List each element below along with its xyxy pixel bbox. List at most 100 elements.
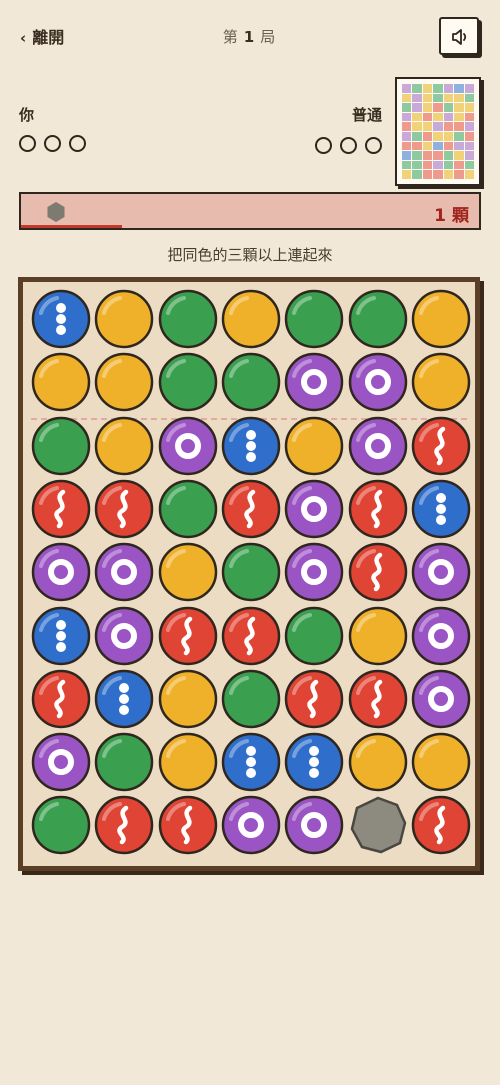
minimap-cell: [422, 103, 433, 112]
red-wave-gem[interactable]: [158, 606, 218, 666]
green-moon-gem[interactable]: [31, 795, 91, 855]
green-moon-gem[interactable]: [221, 352, 281, 412]
round-suffix: 局: [260, 28, 278, 46]
minimap-cell: [464, 112, 474, 122]
minimap-cell: [454, 84, 464, 93]
game-board: [18, 277, 480, 871]
minimap-cell: [454, 93, 464, 103]
purple-ring-gem[interactable]: [31, 732, 91, 792]
blue-dots-gem[interactable]: [31, 606, 91, 666]
green-moon-gem[interactable]: [158, 289, 218, 349]
blue-dots-gem[interactable]: [284, 732, 344, 792]
purple-ring-gem[interactable]: [284, 795, 344, 855]
red-wave-gem[interactable]: [348, 669, 408, 729]
red-wave-gem[interactable]: [94, 795, 154, 855]
minimap-cell: [464, 131, 474, 141]
yellow-crescent-gem[interactable]: [221, 289, 281, 349]
top-bar: ‹ 離開 第1局: [0, 0, 500, 70]
green-moon-gem[interactable]: [221, 669, 281, 729]
green-moon-gem[interactable]: [94, 732, 154, 792]
red-wave-gem[interactable]: [94, 479, 154, 539]
green-moon-gem[interactable]: [158, 352, 218, 412]
minimap-cell: [454, 131, 464, 141]
purple-ring-gem[interactable]: [158, 416, 218, 476]
blue-dots-gem[interactable]: [411, 479, 471, 539]
yellow-crescent-gem[interactable]: [158, 669, 218, 729]
sound-toggle-button[interactable]: [439, 17, 479, 55]
yellow-crescent-gem[interactable]: [158, 542, 218, 602]
purple-ring-gem[interactable]: [94, 606, 154, 666]
stone-block[interactable]: [348, 795, 408, 855]
red-wave-gem[interactable]: [411, 416, 471, 476]
player-you-life-dot: [44, 135, 61, 152]
yellow-crescent-gem[interactable]: [348, 606, 408, 666]
yellow-crescent-gem[interactable]: [94, 289, 154, 349]
purple-ring-gem[interactable]: [31, 542, 91, 602]
minimap-cell: [412, 112, 422, 122]
minimap-cell: [454, 160, 464, 170]
blue-dots-gem[interactable]: [221, 416, 281, 476]
blue-dots-gem[interactable]: [94, 669, 154, 729]
red-wave-gem[interactable]: [348, 479, 408, 539]
green-moon-gem[interactable]: [158, 479, 218, 539]
green-moon-gem[interactable]: [31, 416, 91, 476]
red-wave-gem[interactable]: [221, 479, 281, 539]
opponent-board-minimap: [395, 77, 481, 186]
purple-ring-gem[interactable]: [284, 542, 344, 602]
purple-ring-gem[interactable]: [411, 669, 471, 729]
yellow-crescent-gem[interactable]: [348, 732, 408, 792]
purple-ring-gem[interactable]: [221, 795, 281, 855]
minimap-cell: [443, 170, 454, 179]
red-wave-gem[interactable]: [31, 669, 91, 729]
minimap-cell: [422, 141, 433, 151]
red-wave-gem[interactable]: [221, 606, 281, 666]
minimap-cell: [454, 151, 464, 160]
purple-ring-gem[interactable]: [348, 416, 408, 476]
stone-count-unit: 顆: [452, 206, 469, 226]
red-wave-gem[interactable]: [158, 795, 218, 855]
green-moon-gem[interactable]: [284, 606, 344, 666]
minimap-cell: [422, 93, 433, 103]
yellow-crescent-gem[interactable]: [411, 732, 471, 792]
yellow-crescent-gem[interactable]: [94, 352, 154, 412]
minimap-cell: [402, 160, 412, 170]
yellow-crescent-gem[interactable]: [158, 732, 218, 792]
player-you-life-dot: [19, 135, 36, 152]
minimap-cell: [402, 151, 412, 160]
minimap-cell: [433, 84, 443, 93]
yellow-crescent-gem[interactable]: [31, 352, 91, 412]
blue-dots-gem[interactable]: [221, 732, 281, 792]
purple-ring-gem[interactable]: [94, 542, 154, 602]
green-moon-gem[interactable]: [221, 542, 281, 602]
purple-ring-gem[interactable]: [411, 542, 471, 602]
purple-ring-gem[interactable]: [411, 606, 471, 666]
minimap-cell: [464, 122, 474, 131]
yellow-crescent-gem[interactable]: [411, 352, 471, 412]
minimap-cell: [433, 170, 443, 179]
player-opponent-life-dot: [340, 137, 357, 154]
purple-ring-gem[interactable]: [284, 352, 344, 412]
yellow-crescent-gem[interactable]: [94, 416, 154, 476]
round-number: 1: [243, 28, 257, 46]
purple-ring-gem[interactable]: [284, 479, 344, 539]
green-moon-gem[interactable]: [348, 289, 408, 349]
minimap-cell: [454, 122, 464, 131]
minimap-cell: [443, 131, 454, 141]
green-moon-gem[interactable]: [284, 289, 344, 349]
purple-ring-gem[interactable]: [348, 352, 408, 412]
red-wave-gem[interactable]: [348, 542, 408, 602]
minimap-cell: [402, 93, 412, 103]
yellow-crescent-gem[interactable]: [411, 289, 471, 349]
blue-dots-gem[interactable]: [31, 289, 91, 349]
red-wave-gem[interactable]: [31, 479, 91, 539]
yellow-crescent-gem[interactable]: [284, 416, 344, 476]
red-wave-gem[interactable]: [411, 795, 471, 855]
minimap-cell: [433, 151, 443, 160]
minimap-cell: [422, 160, 433, 170]
minimap-cell: [443, 93, 454, 103]
minimap-cell: [402, 141, 412, 151]
instruction-text: 把同色的三顆以上連起來: [167, 246, 333, 264]
red-wave-gem[interactable]: [284, 669, 344, 729]
stone-count-number: 1: [434, 206, 446, 226]
minimap-cell: [412, 160, 422, 170]
